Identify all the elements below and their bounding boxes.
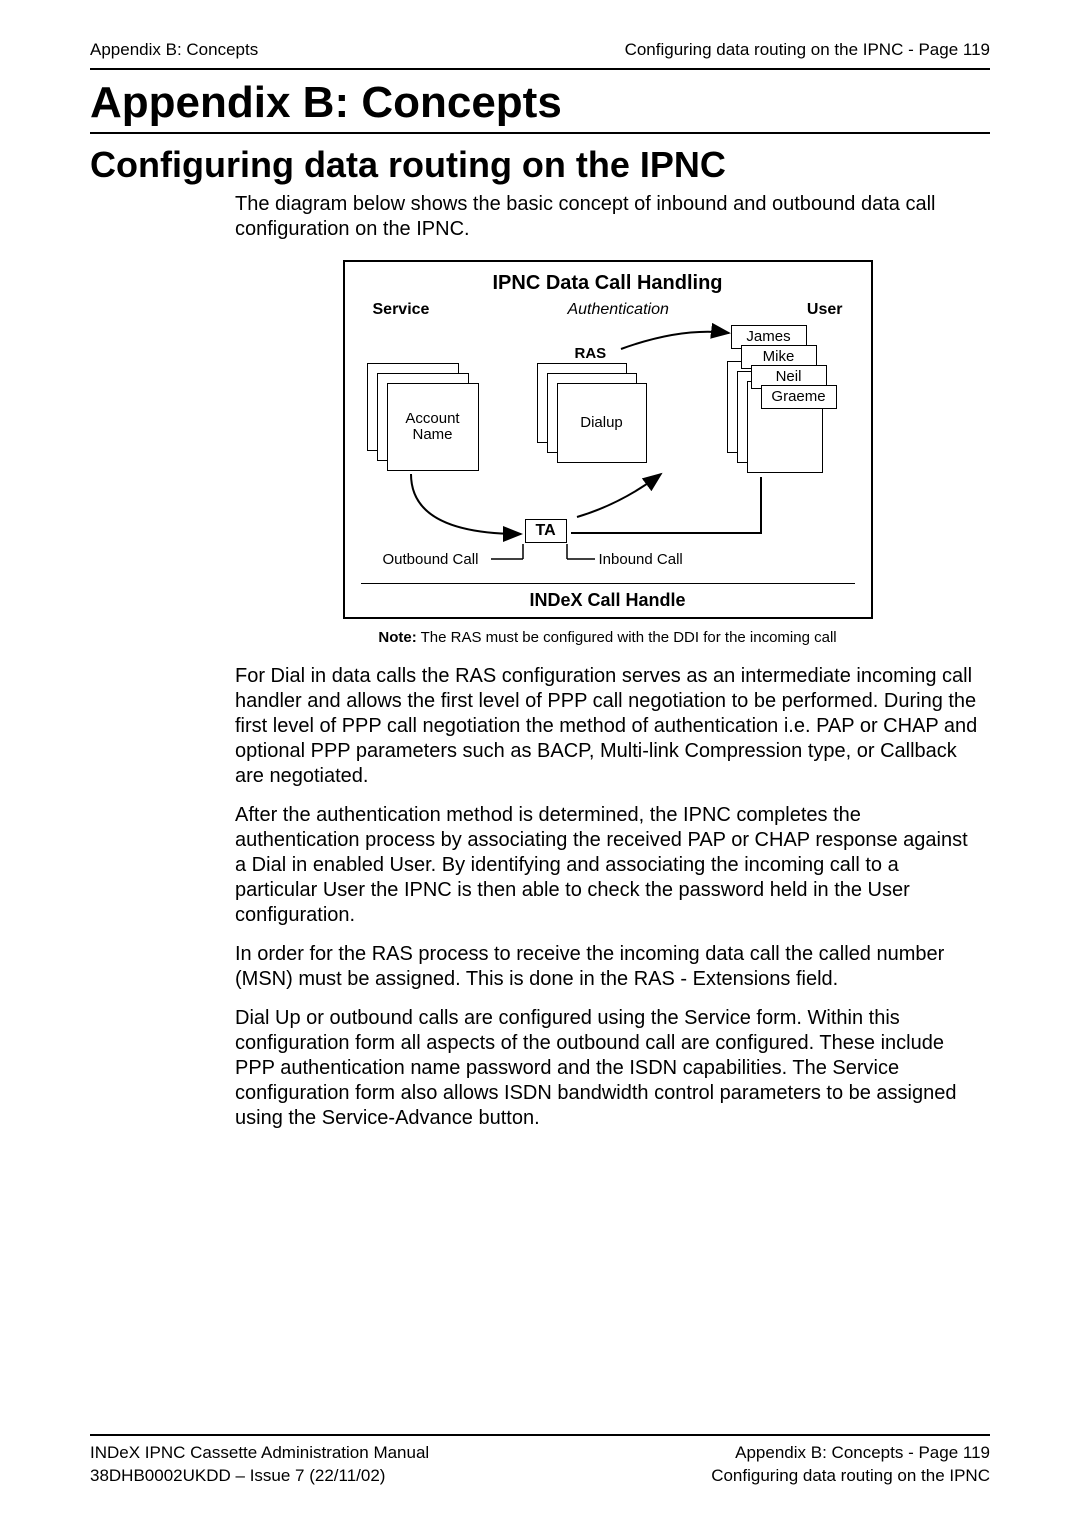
dialup-box: Dialup <box>557 383 647 463</box>
page-footer: INDeX IPNC Cassette Administration Manua… <box>90 1426 990 1488</box>
section-title: Configuring data routing on the IPNC <box>90 144 990 186</box>
label-user: User <box>807 301 843 319</box>
footer-right-line2: Configuring data routing on the IPNC <box>711 1465 990 1488</box>
diagram-title: IPNC Data Call Handling <box>361 272 855 295</box>
footer-left-line1: INDeX IPNC Cassette Administration Manua… <box>90 1442 429 1465</box>
paragraph-1: For Dial in data calls the RAS configura… <box>235 664 980 789</box>
ta-box: TA <box>525 519 567 543</box>
footer-right-line1: Appendix B: Concepts - Page 119 <box>711 1442 990 1465</box>
page-title: Appendix B: Concepts <box>90 78 990 128</box>
label-authentication: Authentication <box>567 301 668 319</box>
index-call-handle: INDeX Call Handle <box>361 583 855 611</box>
page-header: Appendix B: Concepts Configuring data ro… <box>90 40 990 64</box>
outbound-call-label: Outbound Call <box>383 551 479 568</box>
diagram-top-labels: Service Authentication User <box>361 301 855 319</box>
diagram-note: Note: The RAS must be configured with th… <box>235 629 980 646</box>
account-name-box: Account Name <box>387 383 479 471</box>
user-graeme: Graeme <box>761 385 837 409</box>
header-left: Appendix B: Concepts <box>90 40 258 60</box>
note-text: The RAS must be configured with the DDI … <box>417 629 837 646</box>
label-service: Service <box>373 301 430 319</box>
ras-label: RAS <box>575 345 607 362</box>
header-right: Configuring data routing on the IPNC - P… <box>625 40 990 60</box>
footer-left-line2: 38DHB0002UKDD – Issue 7 (22/11/02) <box>90 1465 429 1488</box>
footer-left: INDeX IPNC Cassette Administration Manua… <box>90 1442 429 1488</box>
paragraph-2: After the authentication method is deter… <box>235 803 980 928</box>
header-rule <box>90 68 990 70</box>
paragraph-4: Dial Up or outbound calls are configured… <box>235 1006 980 1131</box>
intro-paragraph: The diagram below shows the basic concep… <box>235 192 980 242</box>
title-rule <box>90 132 990 134</box>
paragraph-3: In order for the RAS process to receive … <box>235 942 980 992</box>
footer-rule <box>90 1434 990 1436</box>
diagram-canvas: Account Name Dialup RAS James Mike Neil … <box>361 319 855 579</box>
note-label: Note: <box>378 629 416 646</box>
footer-right: Appendix B: Concepts - Page 119 Configur… <box>711 1442 990 1488</box>
diagram: IPNC Data Call Handling Service Authenti… <box>235 260 980 619</box>
inbound-call-label: Inbound Call <box>599 551 683 568</box>
